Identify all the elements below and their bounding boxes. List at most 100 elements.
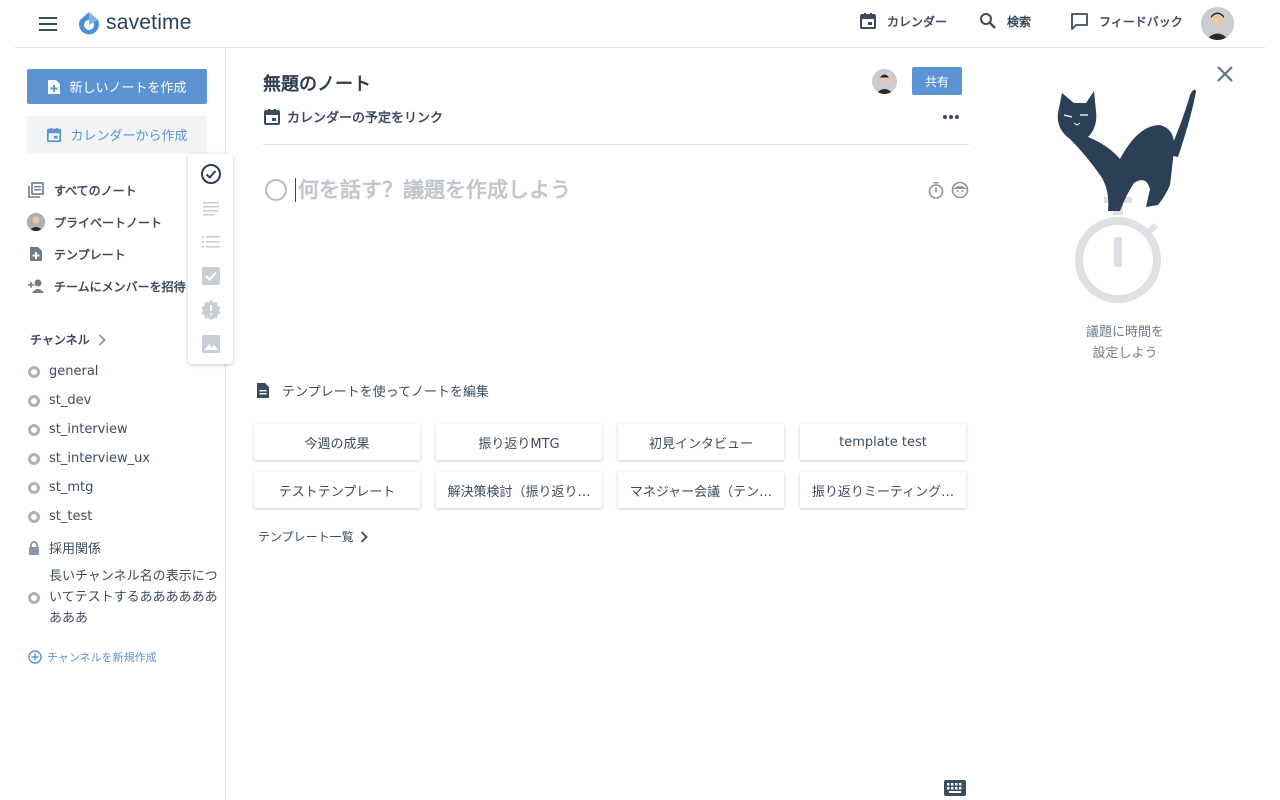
new-note-label: 新しいノートを作成 [69,81,187,96]
template-button[interactable]: template test [800,424,966,460]
create-from-calendar-label: カレンダーから作成 [70,129,188,144]
notes-icon [27,181,45,199]
add-person-icon [27,277,45,295]
agenda-checkbox[interactable] [265,179,287,201]
channel-item-long-name[interactable]: 長いチャンネル名の表示についてテストするあああああああああ [28,566,218,629]
new-channel-button[interactable]: チャンネルを新規作成 [28,649,157,665]
header-calendar-link[interactable]: カレンダー [859,12,947,30]
header-calendar-label: カレンダー [887,14,948,29]
header-feedback-label: フィードバック [1099,14,1183,29]
channel-public-icon [28,510,40,523]
templates-section-label: テンプレートを使ってノートを編集 [256,381,489,400]
sidebar-item-private-notes[interactable]: プライベートノート [27,213,162,231]
channels-heading-label: チャンネル [30,333,90,347]
collaborator-avatar[interactable] [872,69,897,94]
avatar [27,213,45,231]
channel-label: general [49,364,99,379]
add-circle-icon [28,650,42,664]
calendar-icon [47,127,62,142]
link-calendar-label: カレンダーの予定をリンク [287,111,444,126]
sidebar-item-all-notes[interactable]: すべてのノート [27,181,137,199]
channel-public-icon [28,452,40,465]
assignee-icon[interactable] [950,180,970,200]
channel-label: 採用関係 [49,542,102,557]
paragraph-icon[interactable] [200,197,222,219]
new-note-button[interactable]: 新しいノートを作成 [27,69,207,104]
header-search-label: 検索 [1007,14,1032,29]
template-list-link[interactable]: テンプレート一覧 [258,528,368,545]
channel-item-st-mtg[interactable]: st_mtg [28,480,93,495]
alert-icon[interactable] [200,299,222,321]
timer-icon[interactable] [926,180,946,200]
template-button[interactable]: 解決策検討（振り返り… [436,472,602,508]
agenda-check-icon[interactable] [200,163,222,185]
header-search-link[interactable]: 検索 [979,12,1031,30]
channel-label: st_test [49,509,93,524]
channel-public-icon [28,394,40,407]
app-name: savetime [106,11,192,34]
menu-icon[interactable] [37,13,59,35]
more-options-icon[interactable] [938,107,964,127]
template-button[interactable]: 今週の成果 [254,424,420,460]
channel-item-recruiting[interactable]: 採用関係 [28,538,101,557]
savetime-logo-icon [79,12,99,35]
chevron-right-icon [360,530,368,543]
lock-icon [29,540,39,555]
template-icon [27,245,45,263]
channels-heading[interactable]: チャンネル [30,331,106,348]
search-icon [980,13,996,29]
timer-hint-text: 議題に時間を 設定しよう [1085,325,1164,361]
channel-public-icon [28,481,40,494]
share-label: 共有 [924,74,949,89]
document-icon [257,383,269,398]
template-button[interactable]: 振り返りミーティング… [800,472,966,508]
sidebar-item-invite[interactable]: チームにメンバーを招待 [27,277,186,295]
sidebar-item-label: テンプレート [54,247,126,262]
channel-item-st-interview[interactable]: st_interview [28,422,128,437]
chevron-right-icon [98,333,106,346]
sidebar-item-label: プライベートノート [54,215,163,230]
agenda-item [265,175,970,205]
channel-label: st_dev [49,393,92,408]
title-divider [263,144,969,145]
image-icon[interactable] [200,333,222,355]
note-title[interactable]: 無題のノート [263,70,371,96]
checkbox-icon[interactable] [200,265,222,287]
channel-item-st-interview-ux[interactable]: st_interview_ux [28,451,150,466]
feedback-icon [1071,13,1088,30]
new-channel-label: チャンネルを新規作成 [47,651,157,664]
template-button[interactable]: 振り返りMTG [436,424,602,460]
channel-public-icon [28,591,40,604]
close-icon[interactable] [1214,63,1236,85]
top-header: savetime カレンダー 検索 フィードバック [15,0,1265,48]
app-logo[interactable]: savetime [78,10,192,36]
channel-item-general[interactable]: general [28,364,98,379]
keyboard-icon[interactable] [944,780,966,798]
cat-timer-illustration [1050,85,1200,310]
sidebar-item-label: すべてのノート [54,183,137,198]
template-list-label: テンプレート一覧 [258,530,354,544]
channel-public-icon [28,423,40,436]
template-button[interactable]: テストテンプレート [254,472,420,508]
channel-item-st-test[interactable]: st_test [28,509,92,524]
block-type-toolbar [188,154,233,364]
agenda-input[interactable] [295,178,922,202]
channel-label: 長いチャンネル名の表示についてテストするあああああああああ [49,569,218,626]
channel-public-icon [28,365,40,378]
user-avatar[interactable] [1201,7,1234,40]
calendar-icon [264,108,280,125]
channel-item-st-dev[interactable]: st_dev [28,393,91,408]
link-calendar-event[interactable]: カレンダーの予定をリンク [263,107,443,126]
template-button[interactable]: 初見インタビュー [618,424,784,460]
templates-label: テンプレートを使ってノートを編集 [282,385,489,400]
calendar-icon [860,13,876,29]
sidebar-item-templates[interactable]: テンプレート [27,245,126,263]
list-icon[interactable] [200,231,222,253]
template-button[interactable]: マネジャー会議（テン… [618,472,784,508]
share-button[interactable]: 共有 [912,67,962,95]
header-feedback-link[interactable]: フィードバック [1070,12,1183,30]
add-note-icon [48,79,61,94]
create-from-calendar-button[interactable]: カレンダーから作成 [27,116,207,153]
channel-label: st_interview [49,422,128,437]
channel-label: st_interview_ux [49,451,151,466]
